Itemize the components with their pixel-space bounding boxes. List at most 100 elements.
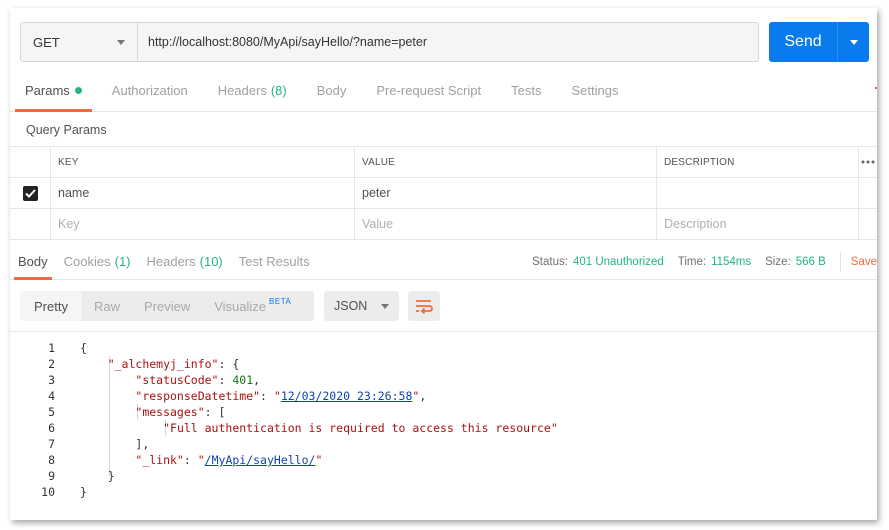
tab-label: Settings	[571, 83, 619, 98]
table-row: name peter	[10, 178, 877, 209]
code-text: "messages": [	[135, 405, 226, 419]
header-spacer	[10, 147, 51, 177]
new-value-input[interactable]: Value	[355, 209, 657, 239]
tab-pre-request-script[interactable]: Pre-request Script	[361, 70, 496, 111]
url-input[interactable]: http://localhost:8080/MyApi/sayHello/?na…	[138, 23, 758, 61]
format-toolbar: Pretty Raw Preview Visualize BETA	[20, 291, 314, 321]
code-line: 9 }	[10, 468, 877, 484]
size-label: Size:	[765, 255, 791, 268]
wrap-lines-button[interactable]	[408, 291, 440, 321]
query-params-table: KEY VALUE DESCRIPTION name peter Key Val…	[10, 146, 877, 240]
postman-window: GET http://localhost:8080/MyApi/sayHello…	[10, 8, 877, 520]
row-spacer	[10, 209, 51, 239]
param-value-input[interactable]: peter	[355, 178, 657, 208]
raw-button[interactable]: Raw	[82, 291, 132, 321]
response-tab-test-results[interactable]: Test Results	[231, 244, 318, 279]
tab-label: Params	[25, 83, 70, 98]
tab-label: Headers	[217, 83, 267, 98]
code-line: 3 "statusCode": 401,	[10, 372, 877, 388]
tab-count: (8)	[270, 83, 287, 98]
send-options-button[interactable]	[837, 22, 869, 62]
code-text: "_link": "/MyApi/sayHello/"	[135, 453, 323, 467]
code-text: {	[80, 341, 87, 355]
tab-tests[interactable]: Tests	[496, 70, 556, 111]
time-label: Time:	[677, 255, 707, 268]
size-value[interactable]: 566 B	[796, 256, 826, 268]
language-label: JSON	[334, 299, 368, 313]
table-row: Key Value Description	[10, 209, 877, 240]
chevron-down-icon	[381, 303, 389, 309]
response-tab-body[interactable]: Body	[10, 244, 56, 280]
request-bar: GET http://localhost:8080/MyApi/sayHello…	[20, 22, 759, 62]
tab-count: (10)	[199, 254, 223, 269]
url-text: http://localhost:8080/MyApi/sayHello/?na…	[148, 35, 427, 49]
tab-params[interactable]: Params	[10, 70, 97, 112]
line-number: 8	[48, 453, 55, 467]
tab-count: (1)	[114, 254, 131, 269]
divider	[839, 251, 841, 272]
line-number: 1	[48, 341, 55, 355]
line-number: 9	[48, 469, 55, 483]
pretty-button[interactable]: Pretty	[20, 291, 82, 321]
tab-authorization[interactable]: Authorization	[97, 70, 203, 111]
response-tabs: Body Cookies (1) Headers (10) Test Resul…	[10, 244, 877, 280]
code-line: 4 "responseDatetime": "12/03/2020 23:26:…	[10, 388, 877, 404]
response-tab-headers[interactable]: Headers (10)	[139, 244, 231, 279]
tab-label: Authorization	[111, 83, 188, 98]
param-key-input[interactable]: name	[51, 178, 355, 208]
tab-settings[interactable]: Settings	[556, 70, 633, 111]
column-header-key: KEY	[51, 147, 355, 177]
send-button-group: Send	[769, 22, 869, 62]
column-header-value: VALUE	[355, 147, 657, 177]
row-spacer	[859, 209, 877, 239]
tab-label: Test Results	[238, 254, 310, 269]
response-tab-cookies[interactable]: Cookies (1)	[56, 244, 139, 279]
visualize-button[interactable]: Visualize BETA	[202, 291, 303, 321]
beta-badge: BETA	[269, 296, 292, 306]
save-response-button[interactable]: Save	[851, 256, 877, 268]
time-value[interactable]: 1154ms	[711, 256, 751, 268]
tab-label: Pre-request Script	[376, 83, 482, 98]
code-line: 2 "_alchemyj_info": {	[10, 356, 877, 372]
new-description-input[interactable]: Description	[657, 209, 859, 239]
code-text: "responseDatetime": "12/03/2020 23:26:58…	[135, 389, 427, 403]
line-number: 10	[41, 485, 55, 499]
tab-body[interactable]: Body	[302, 70, 362, 111]
line-number: 6	[48, 421, 55, 435]
code-line: 5 "messages": [	[10, 404, 877, 420]
line-number: 2	[48, 357, 55, 371]
visualize-label: Visualize	[214, 298, 267, 314]
overflow-indicator	[875, 87, 877, 89]
new-key-input[interactable]: Key	[51, 209, 355, 239]
tab-label: Body	[18, 254, 48, 269]
tab-label: Headers	[146, 254, 196, 269]
status-value[interactable]: 401 Unauthorized	[573, 256, 664, 268]
method-label: GET	[33, 34, 60, 50]
param-description-input[interactable]	[657, 178, 859, 208]
code-text: }	[80, 485, 87, 499]
query-params-title: Query Params	[26, 123, 107, 137]
code-line: 6 "Full authentication is required to ac…	[10, 420, 877, 436]
tab-label: Cookies	[63, 254, 111, 269]
send-button[interactable]: Send	[769, 22, 837, 62]
status-label: Status:	[532, 255, 568, 268]
response-body-viewer[interactable]: 1 {2 "_alchemyj_info": {3 "statusCode": 4…	[10, 331, 877, 501]
code-text: "statusCode": 401,	[135, 373, 261, 387]
code-line: 10}	[10, 484, 877, 500]
active-indicator-icon	[74, 87, 82, 94]
tab-headers[interactable]: Headers (8)	[203, 70, 302, 111]
row-checkbox[interactable]	[10, 178, 51, 208]
more-options-icon[interactable]	[859, 147, 877, 177]
wrap-lines-icon	[416, 300, 433, 314]
method-select[interactable]: GET	[21, 23, 138, 61]
language-select[interactable]: JSON	[324, 291, 399, 321]
chevron-down-icon	[849, 39, 858, 45]
code-text: ],	[135, 437, 150, 451]
code-line: 7 ],	[10, 436, 877, 452]
column-header-description: DESCRIPTION	[657, 147, 859, 177]
table-header-row: KEY VALUE DESCRIPTION	[10, 147, 877, 178]
chevron-down-icon	[117, 39, 125, 45]
response-status-bar: Status: 401 Unauthorized Time: 1154ms Si…	[532, 244, 877, 279]
line-number: 4	[48, 389, 55, 403]
preview-button[interactable]: Preview	[132, 291, 202, 321]
